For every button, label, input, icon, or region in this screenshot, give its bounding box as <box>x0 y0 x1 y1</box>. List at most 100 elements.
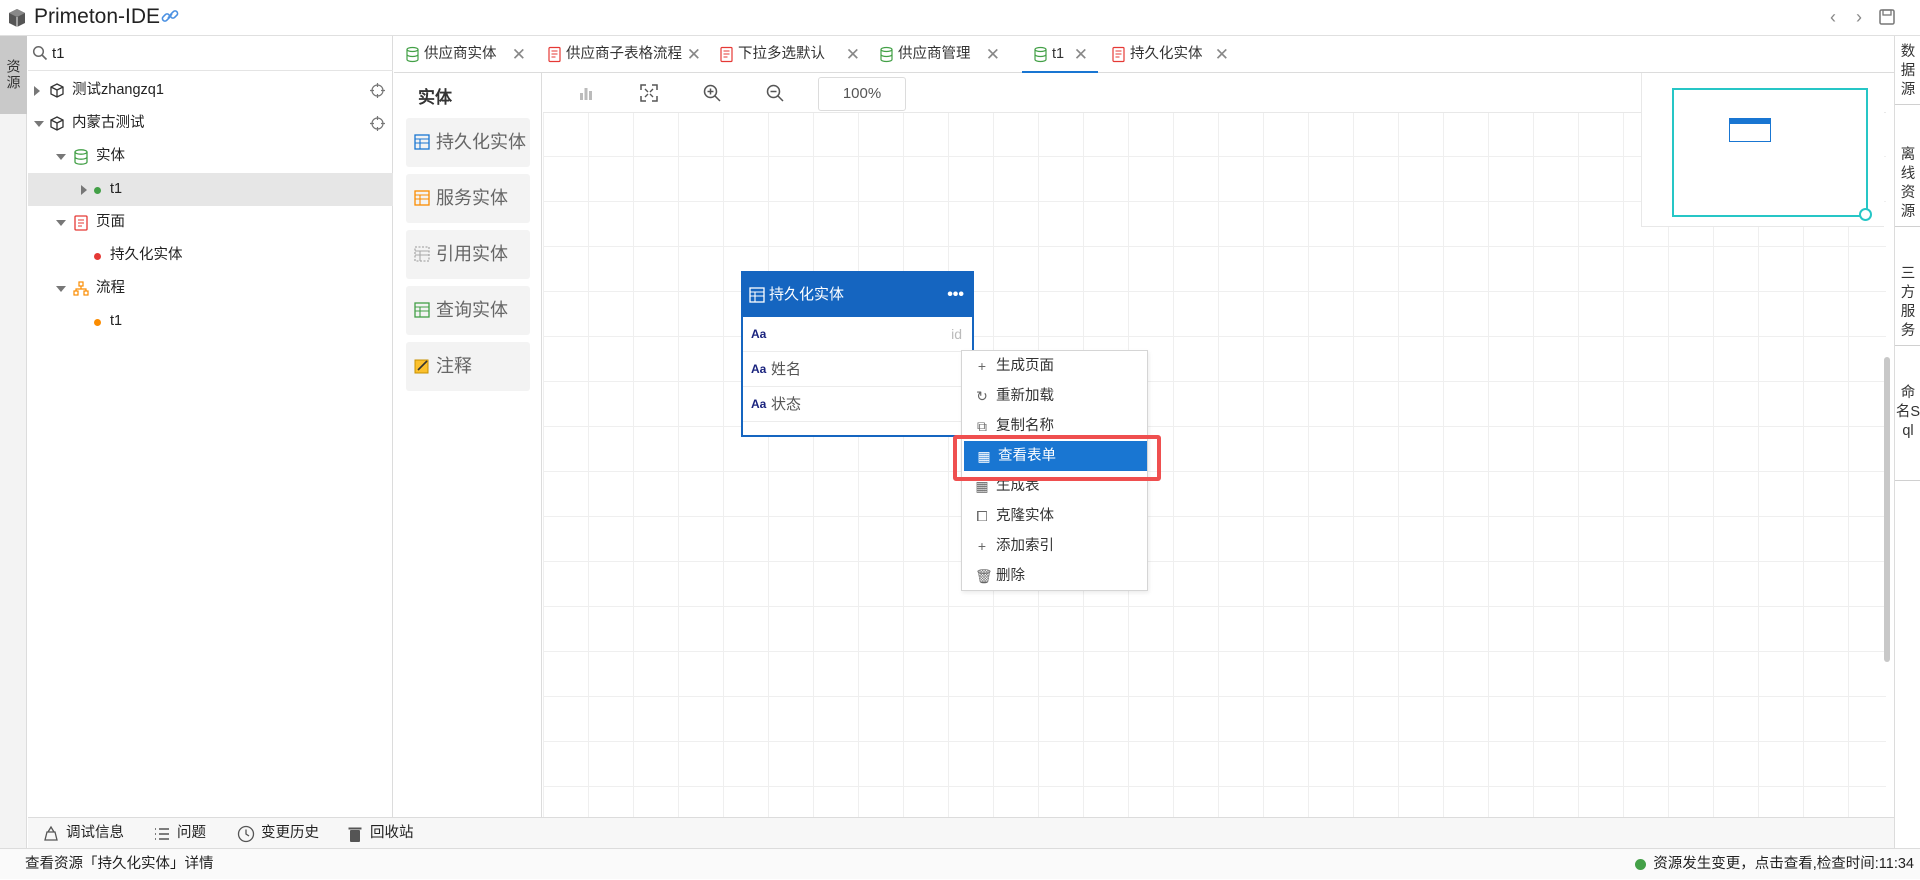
zoom-in-icon[interactable] <box>702 83 722 103</box>
trash-icon <box>348 827 362 842</box>
status-dot-icon <box>94 319 101 326</box>
tab-t1[interactable]: t1 ✕ <box>1022 36 1098 73</box>
tab-persistent-entity[interactable]: 持久化实体 ✕ <box>1100 36 1235 73</box>
side-tab-third-party-service[interactable]: 三方服务 <box>1895 258 1920 346</box>
entity-field-row[interactable]: Aa id <box>743 317 972 352</box>
menu-item-delete[interactable]: 🗑 删除 <box>962 561 1147 591</box>
database-icon <box>74 149 88 165</box>
tree-item-project[interactable]: 测试zhangzq1 <box>28 74 393 107</box>
save-icon[interactable] <box>1877 7 1897 27</box>
tree-item-process[interactable]: t1 <box>28 305 393 338</box>
document-icon <box>1112 46 1125 63</box>
palette-item-query-entity[interactable]: 查询实体 <box>406 286 530 335</box>
resource-side-tab[interactable]: 资源 <box>0 36 27 114</box>
left-activity-bar: 资源 <box>0 36 27 848</box>
collapse-arrow-icon[interactable] <box>34 121 44 127</box>
resource-tree: 测试zhangzq1 内蒙古测试 实体 t1 页面 持久化实体 流程 t1 <box>28 74 393 338</box>
forward-arrow-icon[interactable]: › <box>1849 7 1869 27</box>
expand-arrow-icon[interactable] <box>34 86 40 96</box>
text-type-icon: Aa <box>751 362 767 376</box>
bottom-panel-bar: 调试信息 问题 变更历史 回收站 <box>28 817 1894 848</box>
collapse-arrow-icon[interactable] <box>56 154 66 160</box>
tree-item-page[interactable]: 持久化实体 <box>28 239 393 272</box>
side-tab-named-sql[interactable]: 命名Sql <box>1895 377 1920 481</box>
fit-screen-icon[interactable] <box>639 83 659 103</box>
close-tab-icon[interactable]: ✕ <box>512 36 526 73</box>
tree-item-project[interactable]: 内蒙古测试 <box>28 107 393 140</box>
zoom-out-icon[interactable] <box>765 83 785 103</box>
close-tab-icon[interactable]: ✕ <box>687 36 701 73</box>
side-tab-offline-resource[interactable]: 离线资源 <box>1895 139 1920 227</box>
zoom-level[interactable]: 100% <box>818 77 906 111</box>
diagram-canvas[interactable]: 100% 持久化实体 ••• Aa id Aa 姓名 Aa 状态 <box>543 73 1886 817</box>
palette-item-comment[interactable]: 注释 <box>406 342 530 391</box>
entity-header[interactable]: 持久化实体 ••• <box>743 273 972 317</box>
tab-supplier-subtable-process[interactable]: 供应商子表格流程 ✕ <box>536 36 707 73</box>
database-icon <box>1034 46 1047 63</box>
tab-dropdown-multiselect-default[interactable]: 下拉多选默认 ✕ <box>708 36 866 73</box>
canvas-scrollbar[interactable] <box>1884 357 1890 662</box>
close-tab-icon[interactable]: ✕ <box>1215 36 1229 73</box>
table-icon: ▦ <box>975 478 989 494</box>
close-tab-icon[interactable]: ✕ <box>986 36 1000 73</box>
collapse-arrow-icon[interactable] <box>56 286 66 292</box>
menu-item-reload[interactable]: ↻ 重新加载 <box>962 381 1147 411</box>
tab-supplier-management[interactable]: 供应商管理 ✕ <box>868 36 1008 73</box>
page-icon <box>74 215 88 231</box>
menu-item-generate-page[interactable]: + 生成页面 <box>962 351 1147 381</box>
minimap-entity <box>1729 118 1771 142</box>
tree-item-entity-folder[interactable]: 实体 <box>28 140 393 173</box>
reload-icon: ↻ <box>976 388 988 404</box>
palette-item-service-entity[interactable]: 服务实体 <box>406 174 530 223</box>
tab-supplier-entity[interactable]: 供应商实体 ✕ <box>394 36 534 73</box>
database-icon <box>880 46 893 63</box>
link-icon[interactable] <box>160 6 180 26</box>
resource-change-notice[interactable]: 资源发生变更，点击查看,检查时间:11:34 <box>1635 849 1914 880</box>
search-input[interactable] <box>52 42 252 64</box>
app-logo-icon <box>9 9 25 27</box>
field-value: id <box>951 326 962 342</box>
document-icon <box>548 46 561 63</box>
entity-card[interactable]: 持久化实体 ••• Aa id Aa 姓名 Aa 状态 <box>741 271 974 437</box>
side-tab-datasource[interactable]: 数据源 <box>1895 36 1920 105</box>
problems-tab[interactable]: 问题 <box>149 818 206 849</box>
change-history-tab[interactable]: 变更历史 <box>233 818 319 849</box>
entity-field-row[interactable]: Aa 姓名 <box>743 352 972 387</box>
close-tab-icon[interactable]: ✕ <box>846 36 860 73</box>
debug-icon <box>44 825 58 841</box>
minimap-viewport[interactable] <box>1672 88 1872 221</box>
status-dot-icon <box>94 253 101 260</box>
status-bar: 查看资源「持久化实体」详情 资源发生变更，点击查看,检查时间:11:34 <box>0 848 1920 879</box>
search-icon <box>32 45 48 61</box>
back-arrow-icon[interactable]: ‹ <box>1823 7 1843 27</box>
copy-icon: ⧉ <box>977 418 987 434</box>
editor-tab-bar: 供应商实体 ✕ 供应商子表格流程 ✕ 下拉多选默认 ✕ 供应商管理 ✕ t1 ✕… <box>394 36 1894 73</box>
text-type-icon: Aa <box>751 327 767 341</box>
plus-icon: + <box>977 358 987 374</box>
expand-arrow-icon[interactable] <box>81 185 87 195</box>
database-icon <box>406 46 419 63</box>
minimap[interactable] <box>1641 73 1884 227</box>
tree-item-page-folder[interactable]: 页面 <box>28 206 393 239</box>
collapse-arrow-icon[interactable] <box>56 220 66 226</box>
plus-icon: + <box>977 538 987 554</box>
menu-item-add-index[interactable]: + 添加索引 <box>962 531 1147 561</box>
locate-target-icon[interactable] <box>370 116 385 131</box>
minimap-resize-handle[interactable] <box>1859 208 1872 221</box>
entity-field-row[interactable]: Aa 状态 <box>743 387 972 422</box>
tree-item-process-folder[interactable]: 流程 <box>28 272 393 305</box>
recycle-bin-tab[interactable]: 回收站 <box>342 818 414 849</box>
table-icon <box>414 134 430 150</box>
locate-target-icon[interactable] <box>370 83 385 98</box>
clock-icon <box>237 825 255 843</box>
service-table-icon <box>414 190 430 206</box>
highlight-frame <box>953 435 1161 481</box>
palette-item-persistent-entity[interactable]: 持久化实体 <box>406 118 530 167</box>
menu-item-clone-entity[interactable]: ⧠ 克隆实体 <box>962 501 1147 531</box>
close-tab-icon[interactable]: ✕ <box>1074 36 1088 73</box>
palette-item-reference-entity[interactable]: 引用实体 <box>406 230 530 279</box>
tree-item-entity-t1[interactable]: t1 <box>28 173 393 206</box>
more-options-icon[interactable]: ••• <box>947 273 964 317</box>
bar-chart-icon[interactable] <box>576 83 596 103</box>
debug-info-tab[interactable]: 调试信息 <box>38 818 124 849</box>
